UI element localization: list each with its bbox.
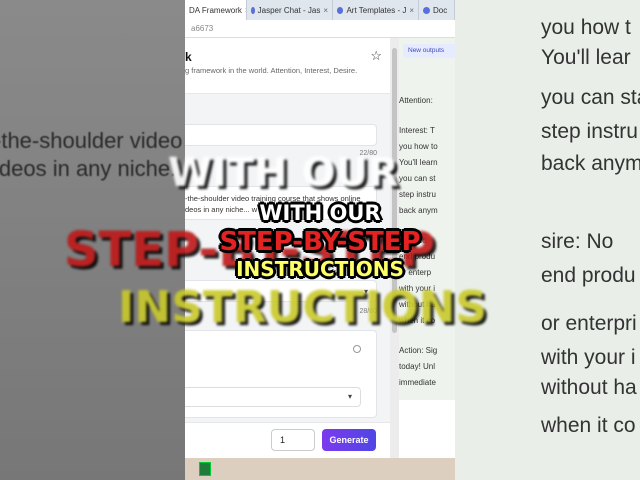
- close-icon[interactable]: ×: [323, 6, 328, 15]
- caption-line-3: INSTRUCTIONS: [236, 257, 404, 281]
- bg-right-line: you how t: [541, 16, 631, 39]
- output-line: Interest: T: [399, 126, 435, 135]
- jasper-icon: [423, 6, 430, 14]
- output-line: you can st: [399, 174, 436, 183]
- template-title: k: [185, 50, 192, 64]
- close-icon[interactable]: ×: [409, 6, 414, 15]
- taskbar: [185, 458, 455, 480]
- jasper-icon: [337, 6, 344, 14]
- caption-line-1: WITH OUR: [259, 201, 381, 225]
- new-outputs-tab[interactable]: New outputs: [403, 44, 455, 58]
- output-line: immediate: [399, 378, 436, 387]
- jasper-icon: [251, 6, 255, 14]
- language-select[interactable]: ▾: [185, 387, 361, 407]
- output-line: step instru: [399, 190, 436, 199]
- tab-label: Jasper Chat - Jas: [257, 5, 321, 15]
- output-line: Attention:: [399, 96, 433, 105]
- address-bar[interactable]: a6673: [185, 20, 455, 38]
- output-line: you how to: [399, 142, 438, 151]
- bg-right-line: You'll lear: [541, 46, 631, 69]
- bg-left-line-1: -the-shoulder video trai: [0, 128, 185, 153]
- tab-label: Art Templates - J: [346, 5, 407, 15]
- bg-right-line: step instru: [541, 120, 638, 143]
- tab-art-templates[interactable]: Art Templates - J ×: [333, 0, 419, 20]
- tab-jasper-chat[interactable]: Jasper Chat - Jas ×: [247, 0, 333, 20]
- caption-line-2: STEP-BY-STEP: [219, 227, 421, 257]
- video-frame: -the-shoulder video trai ideos in any ni…: [0, 0, 640, 480]
- bg-right-line: without ha: [541, 376, 637, 399]
- output-quantity-input[interactable]: 1: [271, 429, 315, 451]
- radio-icon[interactable]: [353, 345, 361, 353]
- bg-right-line: back anym: [541, 152, 640, 175]
- template-header: k g framework in the world. Attention, I…: [185, 38, 390, 94]
- tab-bar: DA Framework × Jasper Chat - Jas × Art T…: [185, 0, 455, 20]
- product-name-input[interactable]: [185, 124, 377, 146]
- options-panel: ▾: [185, 330, 377, 418]
- bg-left-line-2: ideos in any niche... w: [0, 156, 185, 181]
- output-line: Action: Sig: [399, 346, 438, 355]
- output-line: today! Unl: [399, 362, 436, 371]
- form-footer: 1 Generate: [185, 422, 390, 458]
- bg-right-line: with your i: [541, 346, 636, 369]
- star-icon[interactable]: ☆: [370, 48, 382, 64]
- caption-echo-white: WITH OUR: [168, 150, 399, 196]
- tab-label: DA Framework: [189, 5, 242, 15]
- tab-aida-framework[interactable]: DA Framework ×: [185, 0, 247, 20]
- tab-doc[interactable]: Doc: [419, 0, 455, 20]
- caption-echo-yellow: INSTRUCTIONS: [118, 282, 488, 333]
- bg-right-line: when it co: [541, 414, 636, 437]
- bg-right-line: you can sta: [541, 86, 640, 109]
- generate-button[interactable]: Generate: [322, 429, 376, 451]
- bg-right-line: or enterpri: [541, 312, 637, 335]
- output-line: You'll learn: [399, 158, 438, 167]
- template-subtitle: g framework in the world. Attention, Int…: [185, 66, 358, 75]
- tab-label: Doc: [433, 5, 448, 15]
- chevron-down-icon: ▾: [347, 392, 352, 401]
- spreadsheet-app-icon[interactable]: [199, 462, 211, 476]
